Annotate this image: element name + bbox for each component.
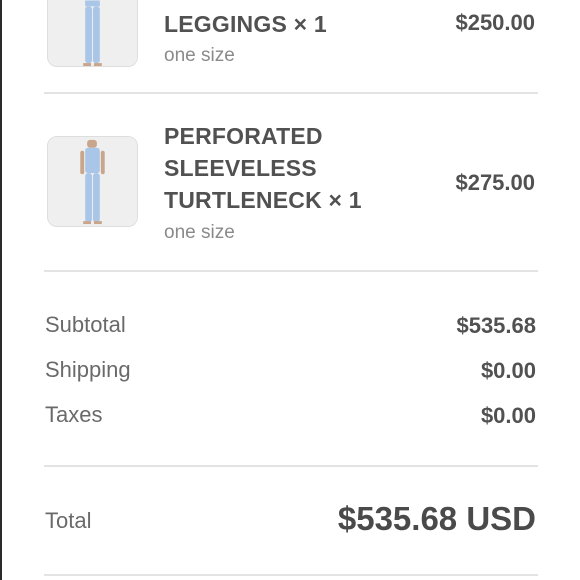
- subtotal-label: Subtotal: [45, 312, 126, 337]
- item-quantity: × 1: [328, 187, 362, 213]
- item-name: LEGGINGS × 1: [164, 11, 327, 37]
- taxes-value: $0.00: [480, 403, 536, 428]
- product-thumbnail[interactable]: [47, 0, 138, 67]
- total-value: $535.68 USD: [337, 500, 536, 537]
- product-thumbnail[interactable]: [47, 136, 138, 227]
- item-quantity: × 1: [293, 11, 327, 37]
- model-turtleneck-thumbnail-image: [48, 137, 137, 226]
- item-name-line-3: TURTLENECK × 1: [164, 187, 362, 213]
- shipping-label: Shipping: [45, 357, 131, 382]
- line-item-leggings: LEGGINGS × 1 one size $250.00: [44, 0, 538, 92]
- divider: [44, 465, 538, 467]
- item-variant: one size: [164, 222, 235, 243]
- shipping-value: $0.00: [480, 358, 536, 383]
- item-variant: one size: [164, 45, 235, 66]
- item-name-line-1: PERFORATED: [164, 123, 323, 149]
- item-price: $250.00: [455, 10, 535, 35]
- divider: [44, 574, 538, 576]
- item-name-line-2: SLEEVELESS: [164, 155, 317, 181]
- item-price: $275.00: [455, 170, 535, 195]
- subtotal-value: $535.68: [456, 313, 536, 338]
- model-leggings-thumbnail-image: [48, 0, 137, 66]
- left-edge-rule: [0, 0, 2, 580]
- divider: [44, 270, 538, 272]
- line-item-turtleneck: PERFORATED SLEEVELESS TURTLENECK × 1 one…: [44, 94, 538, 270]
- total-label: Total: [45, 508, 92, 533]
- taxes-label: Taxes: [45, 402, 103, 427]
